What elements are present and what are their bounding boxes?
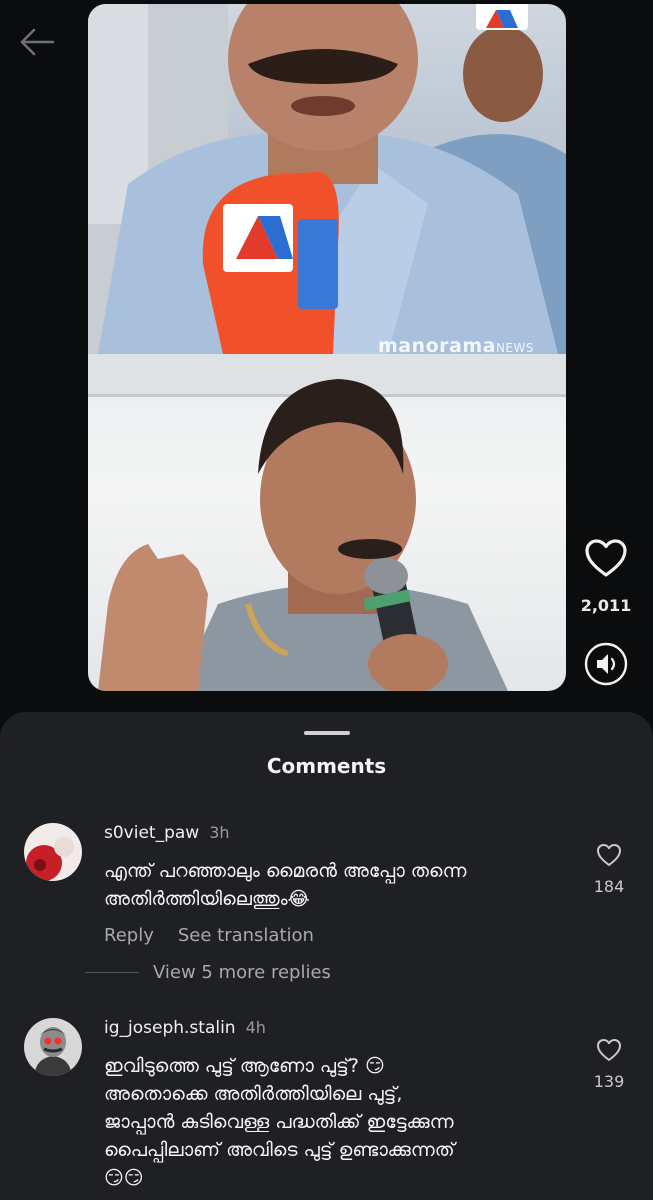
watermark-suffix: NEWS bbox=[495, 341, 534, 354]
comment-actions: Reply See translation bbox=[104, 925, 544, 946]
comment-header: s0viet_paw 3h bbox=[104, 823, 544, 845]
speaker-with-microphone-image bbox=[88, 354, 566, 691]
arrow-left-icon bbox=[20, 28, 55, 56]
video-frame-top: manoramaNEWS bbox=[88, 4, 566, 354]
like-button[interactable] bbox=[584, 538, 628, 582]
view-replies-label: View 5 more replies bbox=[153, 962, 331, 983]
speaker-interview-image bbox=[88, 4, 566, 354]
see-translation-button[interactable]: See translation bbox=[178, 925, 314, 946]
comment-like-button[interactable]: 139 bbox=[584, 1038, 634, 1091]
watermark: manoramaNEWS bbox=[378, 335, 534, 354]
user-avatar-image bbox=[24, 1018, 82, 1076]
comment-text: എന്ത് പറഞ്ഞാലും മൈരൻ അപ്പോ തന്നെ അതിർത്ത… bbox=[104, 860, 467, 910]
heart-icon bbox=[597, 1039, 621, 1061]
video-frame-bottom bbox=[88, 354, 566, 691]
side-actions: 2,011 bbox=[580, 538, 632, 701]
comment-body: ig_joseph.stalin 4h ഇവിടുത്തെ പുട്ട് ആണോ… bbox=[104, 1018, 544, 1192]
comment-item: s0viet_paw 3h എന്ത് പറഞ്ഞാലും മൈരൻ അപ്പോ… bbox=[24, 823, 634, 973]
like-count: 2,011 bbox=[580, 596, 632, 615]
manorama-logo-icon bbox=[486, 10, 518, 28]
back-button[interactable] bbox=[18, 26, 58, 58]
comment-like-button[interactable]: 184 bbox=[584, 843, 634, 896]
watermark-brand: manorama bbox=[377, 335, 496, 354]
heart-icon bbox=[597, 844, 621, 866]
avatar[interactable] bbox=[24, 823, 82, 881]
comment-username[interactable]: ig_joseph.stalin bbox=[104, 1018, 236, 1038]
comment-time: 3h bbox=[209, 823, 230, 842]
sound-toggle-button[interactable] bbox=[583, 641, 629, 687]
sheet-title: Comments bbox=[266, 754, 387, 778]
comment-username[interactable]: s0viet_paw bbox=[104, 823, 199, 843]
comment-text: ഇവിടുത്തെ പുട്ട് ആണോ പുട്ട്? 😏 അതൊക്കെ അ… bbox=[104, 1055, 455, 1189]
comment-like-count: 139 bbox=[593, 1072, 625, 1091]
user-avatar-image bbox=[24, 823, 82, 881]
replies-divider bbox=[85, 972, 139, 973]
heart-icon bbox=[585, 539, 627, 577]
comment-item: ig_joseph.stalin 4h ഇവിടുത്തെ പുട്ട് ആണോ… bbox=[24, 1018, 634, 1200]
comment-like-count: 184 bbox=[593, 877, 625, 896]
sheet-drag-handle[interactable] bbox=[304, 731, 350, 735]
speaker-volume-icon bbox=[584, 642, 628, 686]
comment-header: ig_joseph.stalin 4h bbox=[104, 1018, 544, 1040]
comment-body: s0viet_paw 3h എന്ത് പറഞ്ഞാലും മൈരൻ അപ്പോ… bbox=[104, 823, 544, 946]
comments-sheet: Comments s0viet_paw 3h എന്ത് പറഞ്ഞാലും മ… bbox=[0, 712, 653, 1200]
channel-logo bbox=[476, 4, 528, 30]
comment-time: 4h bbox=[245, 1018, 266, 1037]
avatar[interactable] bbox=[24, 1018, 82, 1076]
reply-button[interactable]: Reply bbox=[104, 925, 154, 946]
video-player[interactable]: manoramaNEWS bbox=[88, 4, 566, 691]
view-more-replies[interactable]: View 5 more replies bbox=[85, 962, 331, 983]
